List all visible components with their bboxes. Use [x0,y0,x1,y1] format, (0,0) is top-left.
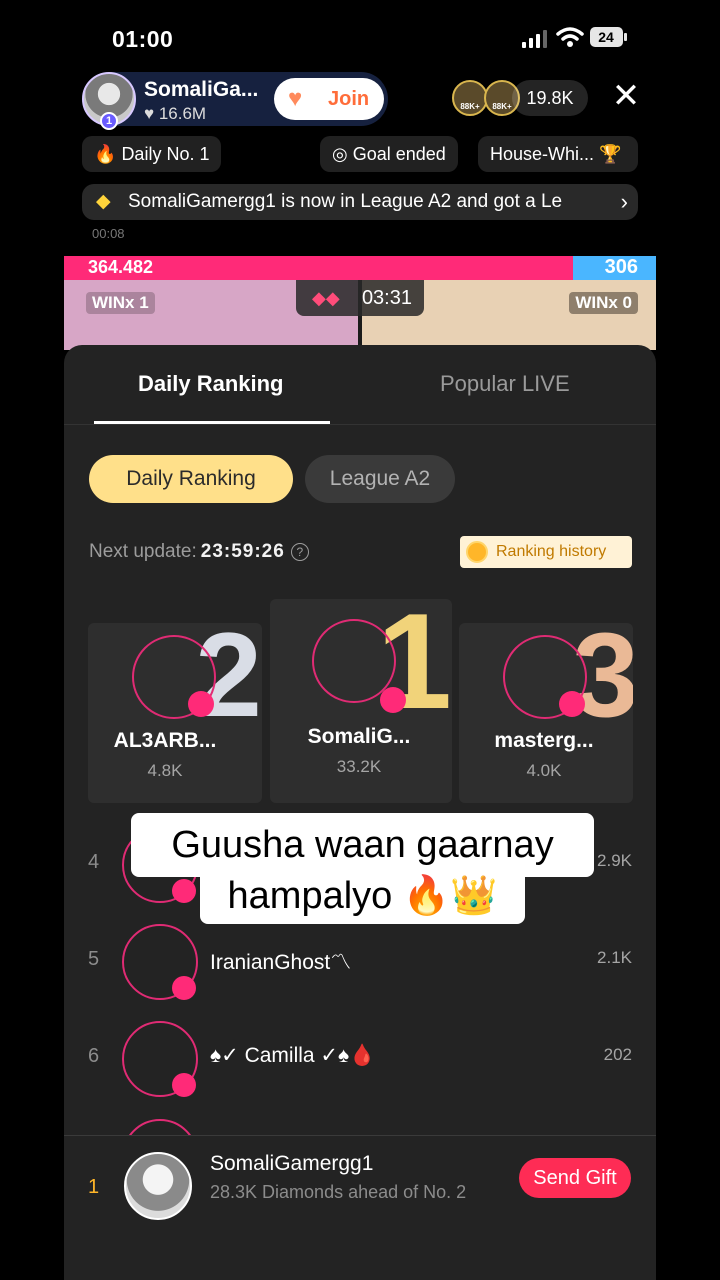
segment-league-a2[interactable]: League A2 [305,455,455,503]
cellular-signal-icon [522,30,547,48]
right-win-badge: WINx 0 [569,292,638,314]
chevron-right-icon: › [620,189,628,214]
target-icon: ◎ [332,144,348,164]
podium-rank-1[interactable]: 1 SomaliG... 33.2K [270,599,452,803]
join-label: Join [328,88,370,110]
daily-rank-label: Daily No. 1 [121,144,210,164]
podium-score: 33.2K [336,757,382,776]
list-rank: 6 [88,1045,100,1067]
battle-timer: ◆◆ 03:31 [296,280,424,316]
house-label: House-Whi... [490,144,595,164]
next-update: Next update: 23:59:26? [89,541,309,563]
medal-icon [466,541,488,563]
league-banner[interactable]: ◆ SomaliGamergg1 is now in League A2 and… [82,184,638,220]
banner-text: SomaliGamergg1 is now in League A2 and g… [128,191,563,212]
list-rank: 5 [88,948,100,970]
status-bar: 01:00 24 [0,22,720,56]
list-score: 2.9K [597,851,632,870]
host-rank-badge: 1 [100,112,118,130]
podium-name: AL3ARB... [113,729,217,752]
list-rank: 4 [88,851,100,873]
list-name: IranianGhost〽 [210,951,352,974]
live-dot [188,691,214,717]
live-dot [172,976,196,1000]
battery-level: 24 [598,29,614,45]
battery-icon: 24 [590,27,627,47]
viewer-avatar[interactable]: 88K+ [452,80,488,116]
heart-icon: ♥ [144,104,159,123]
host-likes-count: 16.6M [158,104,207,123]
viewer-badge: 88K+ [460,102,480,111]
trophy-icon: 🏆 [599,144,622,164]
my-rank: 1 [88,1176,100,1198]
timestamp: 00:08 [92,226,125,241]
next-update-label: Next update: [89,541,197,562]
list-item-partial [64,1115,656,1135]
send-gift-button[interactable]: Send Gift [519,1158,631,1198]
list-score: 202 [603,1045,632,1064]
battle-score-bar: 364.482 306 [64,256,656,280]
video-caption-line-2: hampalyo 🔥👑 [200,868,525,924]
ranking-tabs: Daily Ranking Popular LIVE [64,345,656,425]
podium-name: SomaliG... [307,725,411,748]
viewer-badge: 88K+ [492,102,512,111]
battle-icon: ◆◆ [312,288,340,308]
battle-timer-text: 03:31 [361,287,412,309]
flame-icon: 🔥 [94,144,117,164]
live-dot [172,1073,196,1097]
help-icon[interactable]: ? [290,543,309,561]
battle-right-score: 306 [604,256,638,278]
battle-left-score: 364.482 [88,257,154,277]
goal-label: Goal ended [352,144,446,164]
left-win-badge: WINx 1 [86,292,155,314]
list-item[interactable]: 5 IranianGhost〽 2.1K [64,920,656,1010]
battle-video[interactable]: WINx 1 WINx 0 ◆◆ 03:31 [64,280,656,350]
close-icon[interactable]: ✕ [610,79,642,113]
diamond-icon: ◆ [96,191,111,212]
segment-daily-ranking[interactable]: Daily Ranking [89,455,293,503]
host-likes: ♥ 16.6M [144,104,206,124]
podium-name: masterg... [494,729,594,752]
tab-daily-ranking[interactable]: Daily Ranking [138,371,283,397]
podium-score: 4.8K [147,761,183,780]
daily-rank-pill[interactable]: 🔥 Daily No. 1 [82,136,222,172]
status-time: 01:00 [112,26,174,52]
goal-pill[interactable]: ◎ Goal ended [320,136,458,172]
ranking-history-button[interactable]: Ranking history [460,536,632,568]
podium-rank-2[interactable]: 2 AL3ARB... 4.8K [88,623,262,803]
my-name: SomaliGamergg1 [210,1152,374,1175]
tab-underline [94,421,330,424]
host-name: SomaliGa... [144,78,259,101]
list-avatar [122,1119,198,1135]
host-card[interactable]: 1 SomaliGa... ♥ 16.6M ♥ Join [82,72,388,130]
podium-rank-3[interactable]: 3 masterg... 4.0K [459,623,633,803]
list-name: ♠✓ Camilla ✓♠🩸 [210,1044,376,1067]
podium-score: 4.0K [526,761,562,780]
list-item[interactable]: 6 ♠✓ Camilla ✓♠🩸 202 [64,1017,656,1107]
my-rank-bar: 1 SomaliGamergg1 28.3K Diamonds ahead of… [64,1135,656,1280]
live-dot [172,879,196,903]
live-dot [380,687,406,713]
wifi-icon [556,27,584,47]
list-score: 2.1K [597,948,632,967]
next-update-time: 23:59:26 [200,541,285,562]
join-button[interactable]: ♥ Join [274,78,384,120]
house-pill[interactable]: House-Whi... 🏆 [478,136,638,172]
live-dot [559,691,585,717]
tab-popular-live[interactable]: Popular LIVE [440,371,570,397]
my-diamonds-ahead: 28.3K Diamonds ahead of No. 2 [210,1182,467,1202]
my-avatar[interactable] [124,1152,192,1220]
ranking-history-label: Ranking history [496,543,607,560]
fan-heart-icon: ♥ [288,85,303,112]
viewer-count[interactable]: 19.8K [512,80,588,116]
